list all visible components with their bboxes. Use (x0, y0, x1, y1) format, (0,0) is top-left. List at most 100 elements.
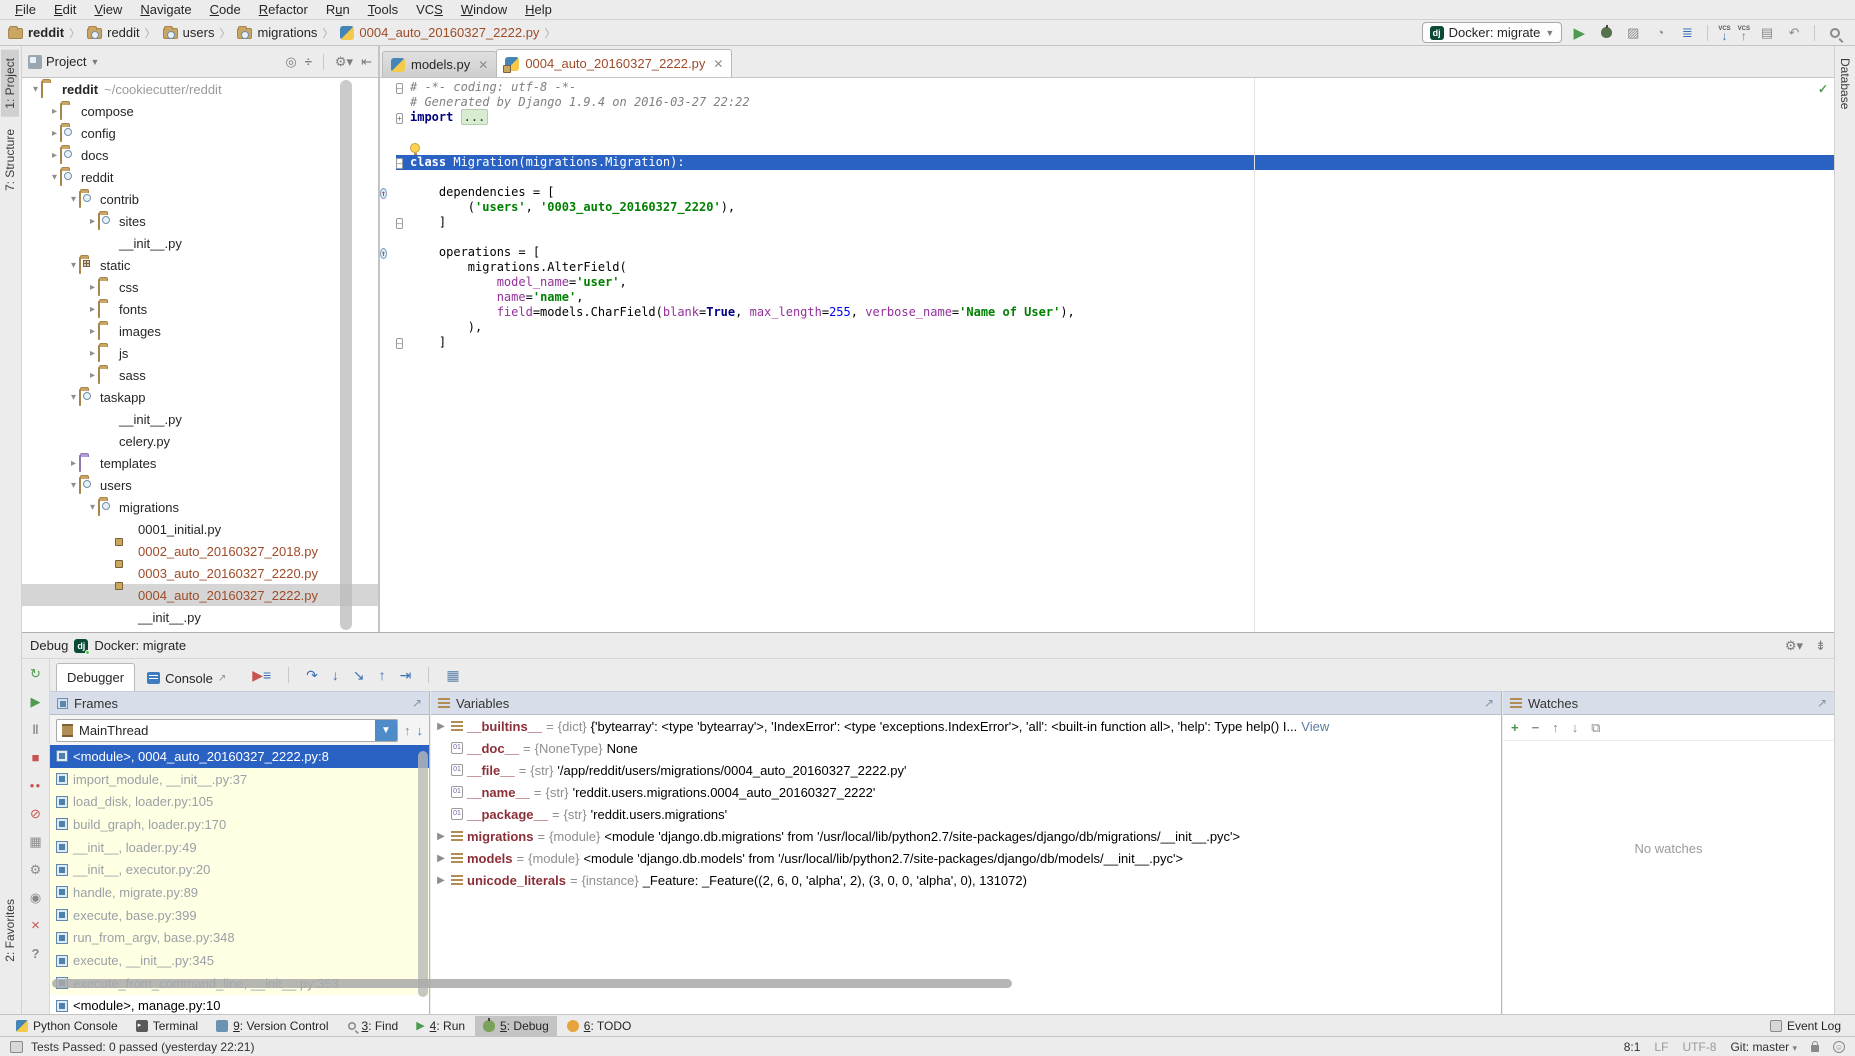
breadcrumb-item[interactable]: 0004_auto_20160327_2222.py〉 (340, 25, 560, 41)
code-line[interactable]: name='name', (380, 290, 1834, 305)
code-line[interactable]: ('users', '0003_auto_20160327_2220'), (380, 200, 1834, 215)
tree-item[interactable]: __init__.py (22, 408, 378, 430)
view-link[interactable]: View (1301, 719, 1329, 734)
debug-button[interactable] (1596, 23, 1616, 43)
chevron-right-icon[interactable]: ▸ (87, 304, 98, 315)
step-out-icon[interactable]: ↑ (379, 667, 386, 683)
toolwindow-tab-3-find[interactable]: 3: Find (339, 1016, 407, 1036)
remove-watch-icon[interactable]: − (1532, 720, 1540, 735)
fold-minus-icon[interactable]: – (396, 80, 409, 95)
settings-gear-icon[interactable]: ⚙ (27, 861, 44, 878)
tree-item[interactable]: ▸fonts (22, 298, 378, 320)
variable-row[interactable]: ▶models = {module} <module 'django.db.mo… (431, 847, 1501, 869)
gutter-marker-icon[interactable]: ↑ (380, 185, 396, 200)
toolwindow-tab-terminal[interactable]: Terminal (128, 1016, 206, 1036)
menu-item-vcs[interactable]: VCS (407, 0, 452, 20)
chevron-down-icon[interactable]: ▾ (30, 84, 41, 95)
sidebar-tab-favorites[interactable]: 2: Favorites (1, 891, 19, 970)
chevron-right-icon[interactable]: ▸ (87, 348, 98, 359)
code-line[interactable]: field=models.CharField(blank=True, max_l… (380, 305, 1834, 320)
toolwindow-tab-6-todo[interactable]: 6: TODO (559, 1016, 640, 1036)
fold-minus-icon[interactable]: – (396, 335, 409, 350)
gutter-marker-icon[interactable]: ↑ (380, 245, 396, 260)
chevron-right-icon[interactable]: ▸ (49, 150, 60, 161)
variable-row[interactable]: ▶__builtins__ = {dict} {'bytearray': <ty… (431, 715, 1501, 737)
status-message[interactable]: Tests Passed: 0 passed (yesterday 22:21) (31, 1040, 254, 1054)
code-line[interactable]: – ] (380, 335, 1834, 350)
tree-item[interactable]: ▾static (22, 254, 378, 276)
frame-row[interactable]: __init__, loader.py:49 (50, 836, 429, 859)
tree-item[interactable]: ▸images (22, 320, 378, 342)
chevron-right-icon[interactable]: ▸ (49, 128, 60, 139)
menu-item-help[interactable]: Help (516, 0, 561, 20)
event-log-button[interactable]: Event Log (1770, 1019, 1855, 1033)
chevron-right-icon[interactable]: ▸ (87, 326, 98, 337)
tree-item[interactable]: ▸sites (22, 210, 378, 232)
chevron-down-icon[interactable]: ▾ (68, 194, 79, 205)
code-line[interactable]: ↑ operations = [ (380, 245, 1834, 260)
variable-row[interactable]: 01__package__ = {str} 'reddit.users.migr… (431, 803, 1501, 825)
menu-item-navigate[interactable]: Navigate (131, 0, 200, 20)
close-icon[interactable]: × (27, 917, 44, 934)
code-line[interactable]: ), (380, 320, 1834, 335)
readonly-lock-icon[interactable] (1811, 1045, 1819, 1052)
thread-dropdown[interactable]: MainThread ▼ (56, 719, 398, 742)
pin-icon[interactable]: ◉ (27, 889, 44, 906)
menu-item-refactor[interactable]: Refactor (250, 0, 317, 20)
breakpoint-icon[interactable] (380, 155, 396, 170)
chevron-down-icon[interactable]: ▾ (87, 502, 98, 513)
rerun-icon[interactable]: ↻ (27, 665, 44, 682)
tree-item[interactable]: ▸js (22, 342, 378, 364)
move-up-icon[interactable]: ↑ (1552, 720, 1559, 735)
tree-item[interactable]: 0004_auto_20160327_2222.py (22, 584, 378, 606)
fold-minus-icon[interactable]: – (396, 215, 409, 230)
code-line[interactable] (380, 125, 1834, 140)
locate-file-icon[interactable]: ◎ (285, 54, 296, 70)
chevron-right-icon[interactable]: ▸ (87, 282, 98, 293)
tree-item[interactable]: 0003_auto_20160327_2220.py (22, 562, 378, 584)
copy-icon[interactable]: ⧉ (1591, 720, 1600, 736)
profiler-button[interactable]: ◔ (1650, 23, 1670, 43)
vcs-update-button[interactable]: VCS↓ (1718, 26, 1730, 40)
stop-icon[interactable]: ■ (27, 749, 44, 766)
coverage-button[interactable]: ▨ (1623, 23, 1643, 43)
chevron-right-icon[interactable]: ▸ (49, 106, 60, 117)
menu-item-file[interactable]: File (6, 0, 45, 20)
variable-row[interactable]: 01__file__ = {str} '/app/reddit/users/mi… (431, 759, 1501, 781)
run-configuration-select[interactable]: dj Docker: migrate ▼ (1422, 22, 1563, 43)
editor-tab-0004_auto_20160327_2222-py[interactable]: 0004_auto_20160327_2222.py✕ (496, 49, 732, 77)
menu-item-code[interactable]: Code (201, 0, 250, 20)
variable-row[interactable]: 01__name__ = {str} 'reddit.users.migrati… (431, 781, 1501, 803)
vcs-commit-button[interactable]: VCS↑ (1738, 26, 1750, 40)
frame-row[interactable]: run_from_argv, base.py:348 (50, 927, 429, 950)
chevron-right-icon[interactable]: ▸ (68, 458, 79, 469)
mute-breakpoints-icon[interactable]: ⊘ (27, 805, 44, 822)
rollback-button[interactable]: ↶ (1784, 23, 1804, 43)
chevron-right-icon[interactable]: ▸ (87, 216, 98, 227)
sidebar-tab-1-project[interactable]: 1: Project (1, 50, 19, 117)
collapse-all-icon[interactable]: ÷ (305, 54, 312, 69)
code-line[interactable] (380, 230, 1834, 245)
chevron-right-icon[interactable]: ▶ (435, 721, 447, 732)
project-panel-title[interactable]: Project ▼ (28, 54, 99, 69)
tree-item[interactable]: __init__.py (22, 606, 378, 628)
frame-row[interactable]: __init__, executor.py:20 (50, 858, 429, 881)
encoding-indicator[interactable]: UTF-8 (1682, 1040, 1716, 1054)
intention-bulb-icon[interactable] (410, 143, 420, 153)
help-icon[interactable]: ? (27, 945, 44, 962)
project-tree-scrollbar[interactable] (340, 80, 352, 630)
frame-row[interactable]: import_module, __init__.py:37 (50, 768, 429, 791)
search-everywhere-button[interactable] (1825, 23, 1845, 43)
caret-position[interactable]: 8:1 (1624, 1040, 1641, 1054)
git-branch-indicator[interactable]: Git: master ▾ (1730, 1040, 1797, 1054)
tree-item[interactable]: ▾reddit~/cookiecutter/reddit (22, 78, 378, 100)
close-icon[interactable]: ✕ (478, 58, 488, 72)
fold-minus-icon[interactable]: – (396, 155, 409, 170)
add-watch-icon[interactable]: + (1511, 720, 1519, 735)
variable-row[interactable]: 01__doc__ = {NoneType} None (431, 737, 1501, 759)
frames-scrollbar[interactable] (418, 751, 428, 997)
tree-item[interactable]: ▸css (22, 276, 378, 298)
tree-item[interactable]: 0002_auto_20160327_2018.py (22, 540, 378, 562)
toolwindow-tab-5-debug[interactable]: 5: Debug (475, 1016, 557, 1036)
tree-item[interactable]: ▾migrations (22, 496, 378, 518)
